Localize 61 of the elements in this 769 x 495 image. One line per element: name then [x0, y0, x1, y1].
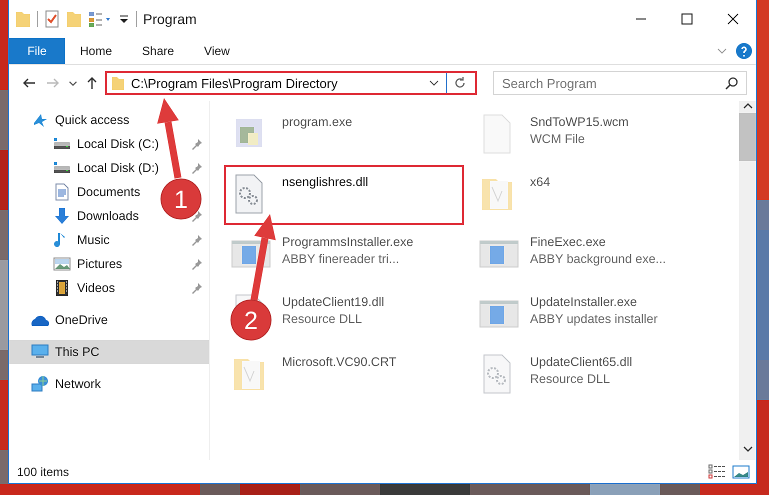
videos-icon — [53, 279, 71, 297]
refresh-icon — [453, 76, 467, 90]
folder-icon — [111, 75, 125, 91]
file-name[interactable]: SndToWP15.wcm — [530, 115, 629, 129]
folder-icon — [15, 10, 31, 28]
file-type: WCM File — [530, 132, 586, 146]
file-name[interactable]: Microsoft.VC90.CRT — [282, 355, 396, 369]
file-name[interactable]: UpdateClient65.dll — [530, 355, 632, 369]
file-tab[interactable]: File — [9, 38, 65, 64]
sidebar-item[interactable]: Quick access — [31, 111, 130, 129]
details-view-icon — [708, 464, 726, 480]
scroll-up-icon — [742, 101, 752, 111]
properties-icon — [88, 10, 112, 28]
file-type: Resource DLL — [282, 312, 363, 326]
sidebar-item[interactable]: This PC — [9, 340, 209, 364]
sidebar-item[interactable]: Documents — [53, 183, 140, 201]
ribbon-tab[interactable]: View — [189, 38, 245, 64]
sidebar-item[interactable]: Network — [31, 375, 101, 393]
close-icon — [727, 13, 739, 25]
file-type: ABBY background exe... — [530, 252, 666, 266]
sidebar-item[interactable]: Downloads — [53, 207, 139, 225]
sidebar-item[interactable]: OneDrive — [31, 311, 108, 329]
maximize-icon — [681, 13, 693, 25]
ribbon-tab[interactable]: Home — [65, 38, 128, 64]
address-bar[interactable]: C:\Program Files\Program Directory — [105, 71, 477, 95]
checklist-icon — [44, 10, 60, 28]
ribbon-tab[interactable]: Share — [127, 38, 190, 64]
network-icon — [31, 375, 49, 393]
sidebar-item[interactable]: Videos — [53, 279, 115, 297]
file-name[interactable]: program.exe — [282, 115, 352, 129]
sidebar-item[interactable]: Local Disk (C:) — [53, 135, 159, 153]
file-name[interactable]: nsenglishres.dll — [282, 175, 368, 189]
up-icon — [85, 75, 99, 91]
window-title: Program — [143, 11, 197, 27]
file-type: ABBY updates installer — [530, 312, 658, 326]
download-icon — [53, 207, 71, 225]
sidebar-item[interactable]: Pictures — [53, 255, 122, 273]
pictures-icon — [53, 255, 71, 273]
step-number-badge: 2 — [230, 300, 272, 340]
search-icon — [725, 76, 739, 90]
file-name[interactable]: UpdateInstaller.exe — [530, 295, 658, 309]
recent-icon — [69, 80, 77, 86]
file-name[interactable]: x64 — [530, 175, 550, 189]
search-field[interactable]: Search Program — [493, 71, 747, 95]
file-item[interactable]: nsenglishres.dll — [224, 165, 464, 225]
file-name[interactable]: ProgrammsInstaller.exe — [282, 235, 414, 249]
doc-icon — [53, 183, 71, 201]
file-name[interactable]: UpdateClient19.dll — [282, 295, 384, 309]
step-number-badge: 1 — [160, 178, 202, 220]
folder-icon — [66, 10, 82, 28]
file-type: ABBY finereader tri... — [282, 252, 400, 266]
scroll-down-icon — [742, 444, 752, 454]
sidebar-item[interactable]: Music — [53, 231, 110, 249]
file-name[interactable]: FineExec.exe — [530, 235, 666, 249]
sidebar-item[interactable]: Local Disk (D:) — [53, 159, 159, 177]
large-icons-view-icon — [732, 464, 750, 480]
item-count: 100 items — [17, 464, 70, 478]
pc-icon — [31, 343, 49, 361]
file-type: Resource DLL — [530, 372, 611, 386]
help-icon — [736, 43, 752, 59]
scrollbar-thumb[interactable] — [739, 113, 756, 161]
